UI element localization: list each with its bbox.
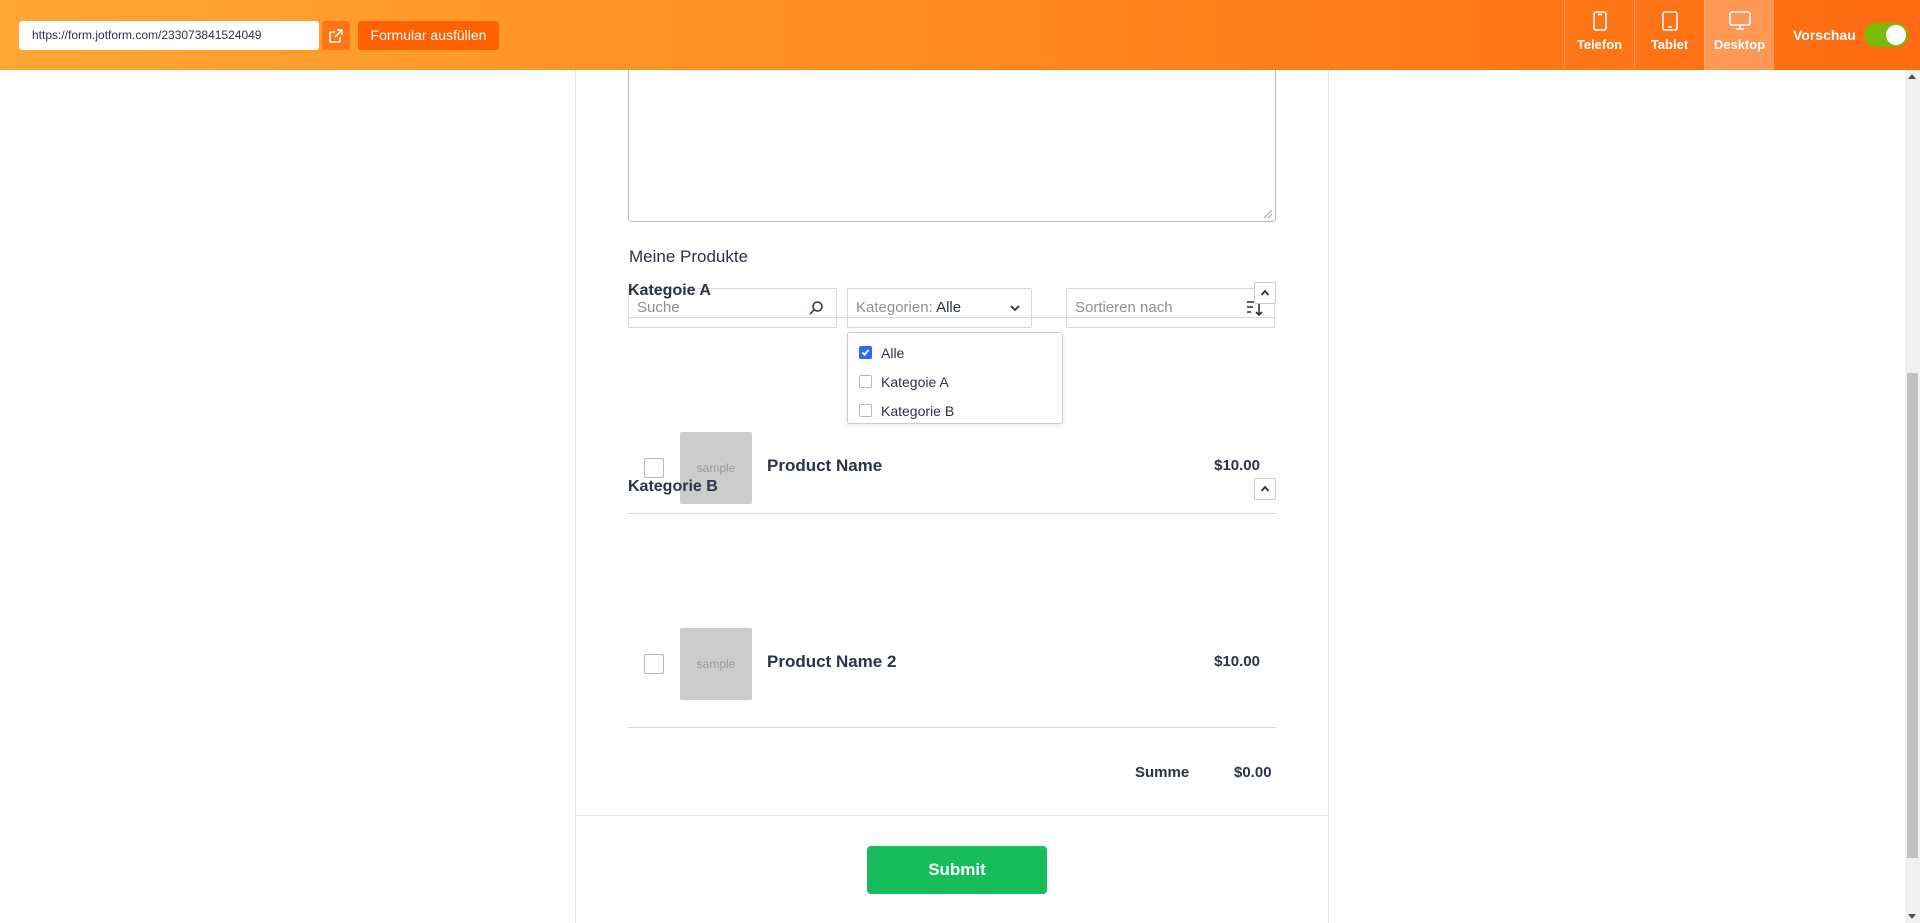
total-label: Summe bbox=[1135, 764, 1190, 781]
category-option-alle[interactable]: Alle bbox=[848, 338, 1062, 367]
category-header-a: Kategoie A bbox=[628, 268, 1276, 318]
collapse-category-button[interactable] bbox=[1254, 282, 1276, 304]
product-price: $10.00 bbox=[1214, 653, 1260, 670]
checkbox-checked[interactable] bbox=[859, 346, 872, 359]
form-canvas: Meine Produkte Suche Kategorien: Alle So… bbox=[0, 70, 1905, 923]
form-url-field[interactable]: https://form.jotform.com/233073841524049 bbox=[19, 21, 319, 50]
device-desktop-label: Desktop bbox=[1713, 37, 1766, 52]
device-phone-button[interactable]: Telefon bbox=[1564, 0, 1634, 70]
desktop-icon bbox=[1728, 11, 1751, 30]
category-option-a[interactable]: Kategoie A bbox=[848, 367, 1062, 396]
collapse-category-button[interactable] bbox=[1254, 478, 1276, 500]
checkbox[interactable] bbox=[859, 375, 872, 388]
preview-label: Vorschau bbox=[1793, 27, 1856, 43]
products-label: Meine Produkte bbox=[629, 247, 749, 266]
scroll-up-arrow-icon[interactable] bbox=[1908, 74, 1916, 79]
open-url-button[interactable] bbox=[322, 21, 350, 50]
fill-form-button[interactable]: Formular ausfüllen bbox=[358, 21, 499, 50]
device-tablet-button[interactable]: Tablet bbox=[1634, 0, 1704, 70]
chevron-up-icon bbox=[1260, 289, 1270, 296]
product-select-checkbox[interactable] bbox=[644, 654, 664, 674]
preview-toggle-group: Vorschau bbox=[1793, 0, 1908, 70]
device-desktop-button[interactable]: Desktop bbox=[1704, 0, 1774, 70]
checkbox[interactable] bbox=[859, 404, 872, 417]
tablet-icon bbox=[1661, 11, 1678, 31]
page-scrollbar[interactable] bbox=[1905, 70, 1920, 923]
footer-divider bbox=[575, 815, 1329, 816]
external-link-icon bbox=[329, 28, 343, 43]
category-title: Kategoie A bbox=[628, 282, 711, 299]
total-value: $0.00 bbox=[1234, 764, 1272, 781]
device-switcher: Telefon Tablet Desktop bbox=[1564, 0, 1774, 70]
category-option-b[interactable]: Kategorie B bbox=[848, 396, 1062, 425]
device-tablet-label: Tablet bbox=[1650, 37, 1689, 52]
preview-toggle[interactable] bbox=[1863, 23, 1908, 47]
phone-icon bbox=[1592, 11, 1607, 31]
preview-toolbar: https://form.jotform.com/233073841524049… bbox=[0, 0, 1920, 70]
category-option-label: Alle bbox=[881, 344, 905, 361]
product-image: sample bbox=[680, 628, 752, 700]
product-image-placeholder: sample bbox=[696, 657, 736, 671]
scroll-down-arrow-icon[interactable] bbox=[1908, 914, 1916, 919]
category-option-label: Kategoie A bbox=[881, 373, 949, 390]
toggle-knob bbox=[1885, 25, 1906, 45]
category-title: Kategorie B bbox=[628, 478, 718, 495]
chevron-up-icon bbox=[1260, 485, 1270, 492]
text-area-field[interactable] bbox=[628, 70, 1276, 222]
total-divider bbox=[628, 727, 1276, 728]
category-header-b: Kategorie B bbox=[628, 464, 1276, 514]
category-option-label: Kategorie B bbox=[881, 402, 955, 419]
device-phone-label: Telefon bbox=[1576, 37, 1623, 52]
submit-button[interactable]: Submit bbox=[867, 846, 1047, 894]
checkmark-icon bbox=[861, 349, 870, 357]
product-name: Product Name 2 bbox=[767, 652, 897, 671]
scrollbar-thumb[interactable] bbox=[1907, 373, 1918, 858]
product-row: sample Product Name 2 $10.00 bbox=[628, 628, 1276, 700]
resize-grip-icon[interactable] bbox=[1264, 210, 1272, 218]
category-dropdown-menu: Alle Kategoie A Kategorie B bbox=[847, 332, 1063, 424]
